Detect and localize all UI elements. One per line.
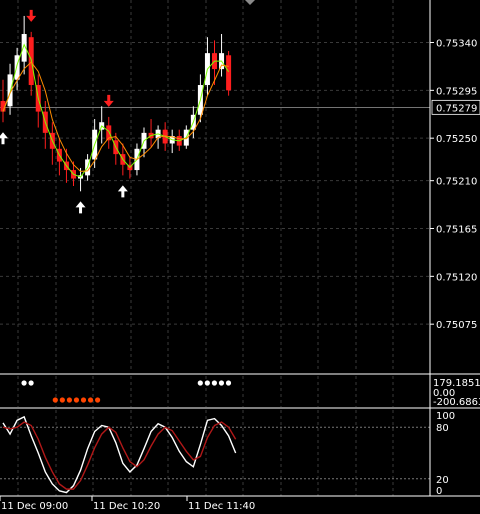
signal-dot-orange [59,397,65,403]
stochastic-panel[interactable] [0,415,430,494]
time-axis: 11 Dec 09:00 11 Dec 10:20 11 Dec 11:40 [0,496,255,512]
time-tick-label: 11 Dec 09:00 [1,501,68,512]
buy-arrow-icon [117,185,128,198]
stochastic-axis-label: 100 [436,411,455,422]
signal-dot-white [225,380,232,386]
signal-dot-white [218,380,225,386]
signal-dot-white [28,380,34,386]
sell-arrow-icon [103,94,114,107]
price-tick-label: 0.75340 [436,39,477,50]
buy-arrow-icon [75,201,86,214]
price-panel[interactable] [0,9,430,214]
time-tick-label: 11 Dec 10:20 [93,501,160,512]
signal-dot-white [21,380,27,386]
sell-arrow-icon [26,9,37,22]
signal-dot-orange [80,397,87,403]
indicator-panel[interactable] [21,380,232,403]
price-axis: 0.75340 0.75295 0.75250 0.75210 0.75165 0.751… [0,0,480,497]
signal-dot-orange [66,397,72,403]
candle-body [226,55,232,91]
stochastic-axis-label: 20 [436,475,449,486]
price-tick-label: 0.75120 [436,272,477,283]
signal-dot-orange [73,397,80,403]
scroll-marker-icon[interactable] [245,0,255,5]
signal-dot-orange [87,397,94,403]
price-tick-label: 0.75075 [436,320,477,331]
signal-dot-orange [95,397,101,403]
current-price-label: 0.75279 [436,103,477,114]
price-tick-label: 0.75165 [436,225,477,236]
signal-dot-white [204,380,210,386]
time-tick-label: 11 Dec 11:40 [188,501,255,512]
signal-dot-orange [52,397,58,403]
stochastic-axis-label: 80 [436,423,449,434]
price-tick-label: 0.75210 [436,177,477,188]
signal-dot-white [197,380,203,386]
price-tick-label: 0.75295 [436,86,477,97]
chart-canvas: 0.75340 0.75295 0.75250 0.75210 0.75165 0.751… [0,0,480,512]
signal-dot-white [211,380,217,386]
stochastic-axis-label: 0 [436,486,442,497]
price-tick-label: 0.75250 [436,134,477,145]
indicator-value-label: -200.6863 [433,397,480,408]
buy-arrow-icon [0,132,8,145]
